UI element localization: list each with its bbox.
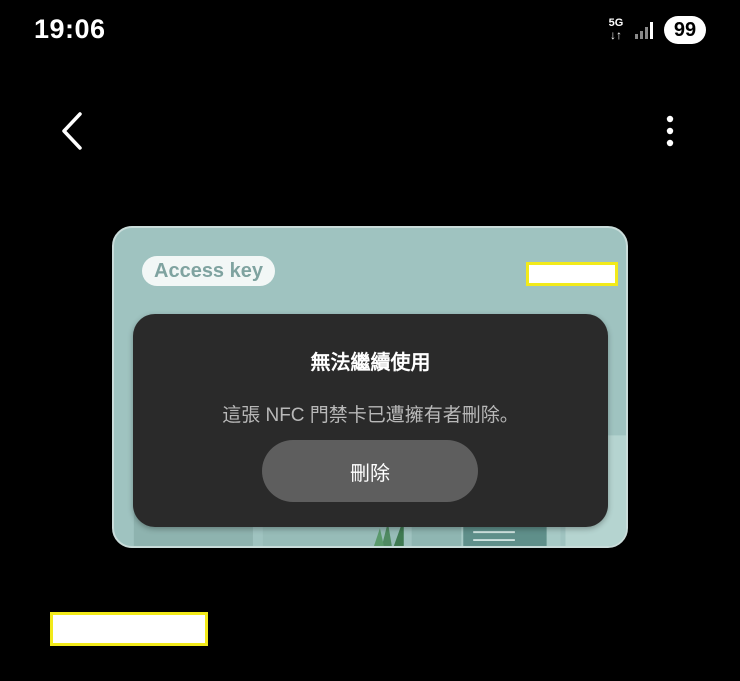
screen: 19:06 5G ↓↑ 99 Access key 無法繼續使用 這張 NFC …: [0, 0, 740, 681]
unavailable-dialog: 無法繼續使用 這張 NFC 門禁卡已遭擁有者刪除。 刪除: [133, 314, 608, 527]
chevron-left-icon: [62, 112, 82, 150]
more-vert-icon: [666, 115, 674, 147]
status-time: 19:06: [34, 14, 106, 44]
signal-icon: [635, 22, 653, 39]
more-options-button[interactable]: [650, 108, 690, 154]
data-arrows-icon: ↓↑: [610, 28, 622, 42]
battery-badge: 99: [664, 16, 706, 44]
back-button[interactable]: [52, 108, 92, 154]
redacted-card-name: [50, 612, 208, 646]
redacted-card-label: [526, 262, 618, 286]
dialog-message: 這張 NFC 門禁卡已遭擁有者刪除。: [222, 405, 519, 426]
dialog-title: 無法繼續使用: [310, 352, 431, 374]
status-icons: 5G ↓↑ 99: [606, 16, 706, 44]
network-5g-icon: 5G ↓↑: [606, 16, 626, 44]
delete-button[interactable]: 刪除: [262, 440, 478, 502]
access-key-badge: Access key: [142, 256, 275, 286]
